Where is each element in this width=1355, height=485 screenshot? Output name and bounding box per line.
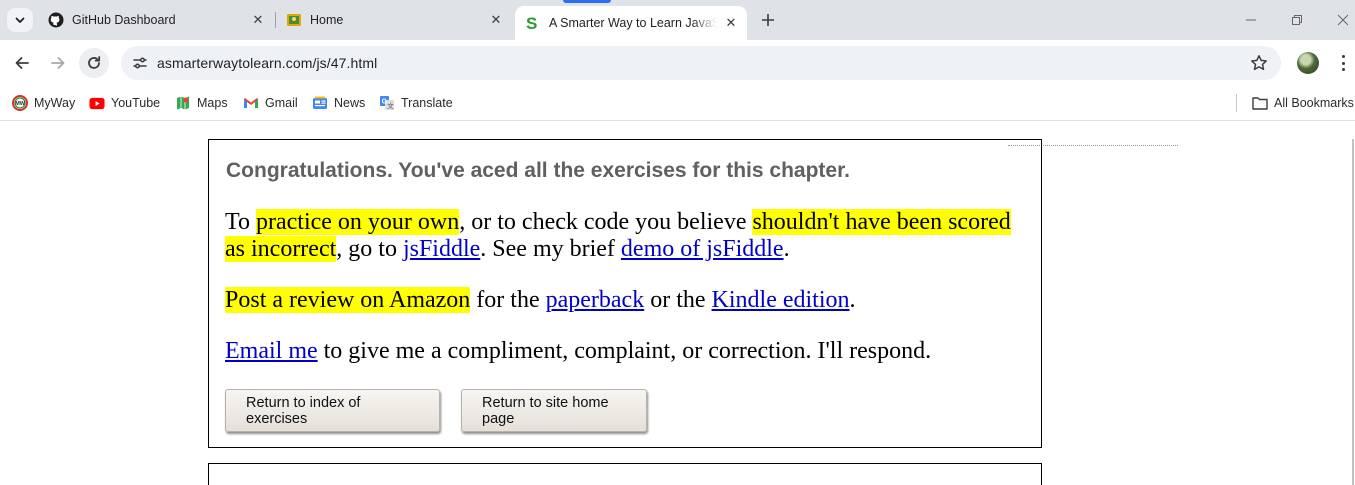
practice-paragraph: To practice on your own, or to check cod… (225, 209, 1025, 263)
svg-text:文: 文 (387, 101, 394, 110)
kindle-edition-link[interactable]: Kindle edition (712, 287, 850, 313)
tab-github-dashboard[interactable]: GitHub Dashboard ✕ (38, 0, 274, 40)
email-me-link[interactable]: Email me (225, 338, 318, 364)
paperback-link[interactable]: paperback (546, 287, 645, 313)
bookmark-youtube[interactable]: YouTube (89, 93, 160, 113)
bookmark-myway[interactable]: MW MyWay (12, 93, 75, 113)
back-button[interactable] (7, 48, 37, 78)
reload-button[interactable] (79, 48, 109, 78)
all-bookmarks-label: All Bookmarks (1274, 96, 1354, 110)
address-bar[interactable]: asmarterwaytolearn.com/js/47.html (121, 46, 1281, 80)
smarter-way-s-icon: S (525, 15, 541, 31)
github-icon (48, 12, 64, 28)
text: To (225, 209, 256, 235)
maps-icon (175, 95, 191, 111)
tab-group-accent (563, 0, 611, 3)
bookmark-star-icon[interactable] (1249, 53, 1269, 73)
congratulations-panel: Congratulations. You've aced all the exe… (208, 139, 1042, 448)
tab-title: Home (310, 13, 344, 27)
tab-home[interactable]: Home ✕ (276, 0, 512, 40)
bookmark-label: Gmail (265, 96, 298, 110)
minimize-button[interactable] (1241, 10, 1261, 30)
news-icon (312, 95, 328, 111)
reload-icon (88, 56, 101, 69)
window-close-button[interactable] (1333, 10, 1353, 30)
text: . (783, 236, 790, 262)
bookmark-label: MyWay (34, 96, 76, 110)
bookmark-label: YouTube (111, 96, 161, 110)
folder-icon (1252, 95, 1268, 111)
close-icon[interactable]: ✕ (250, 12, 266, 28)
svg-text:MW: MW (15, 101, 26, 107)
text: to give me a compliment, complaint, or c… (317, 338, 932, 364)
tab-title: GitHub Dashboard (72, 13, 176, 27)
bookmark-maps[interactable]: Maps (175, 93, 228, 113)
plus-icon (762, 14, 774, 26)
text: , or to check code you believe (459, 209, 753, 235)
browser-toolbar: asmarterwaytolearn.com/js/47.html (0, 40, 1355, 86)
tab-search-button[interactable] (7, 8, 33, 32)
highlight-practice: practice on your own (255, 209, 460, 235)
bookmarks-bar: MW MyWay YouTube Maps Gmail News G文 Tran… (0, 86, 1355, 121)
bookmark-translate[interactable]: G文 Translate (379, 93, 453, 113)
text: , go to (336, 236, 403, 262)
highlight-review: Post a review on Amazon (225, 287, 471, 313)
profile-avatar[interactable] (1297, 52, 1319, 74)
next-panel (208, 463, 1042, 485)
email-paragraph: Email me to give me a compliment, compla… (225, 338, 1025, 365)
kebab-menu-icon[interactable] (1335, 53, 1351, 73)
arrow-left-icon (15, 57, 29, 69)
bookmark-label: Translate (401, 96, 453, 110)
translate-icon: G文 (379, 95, 395, 111)
return-to-index-button[interactable]: Return to index of exercises (225, 389, 440, 432)
jsfiddle-demo-link[interactable]: demo of jsFiddle (621, 236, 784, 262)
text: or the (644, 287, 712, 313)
restore-button[interactable] (1287, 10, 1307, 30)
myway-icon: MW (12, 95, 28, 111)
site-settings-icon[interactable] (131, 54, 149, 72)
close-icon (1337, 14, 1349, 26)
bookmark-gmail[interactable]: Gmail (243, 93, 298, 113)
return-to-home-button[interactable]: Return to site home page (461, 389, 647, 432)
bookmarks-separator (1236, 94, 1237, 112)
text: . (849, 287, 856, 313)
gmail-icon (243, 95, 259, 111)
new-tab-button[interactable] (756, 8, 780, 32)
tab-title: A Smarter Way to Learn JavaScript (549, 16, 717, 30)
scrollbar[interactable] (1351, 121, 1355, 485)
congratulations-heading: Congratulations. You've aced all the exe… (226, 159, 850, 182)
url-text: asmarterwaytolearn.com/js/47.html (157, 55, 378, 71)
chevron-down-icon (15, 17, 25, 23)
tab-strip: GitHub Dashboard ✕ Home ✕ S A Smarter Wa… (0, 0, 1355, 40)
close-icon[interactable]: ✕ (723, 15, 739, 31)
close-icon[interactable]: ✕ (488, 12, 504, 28)
forward-button[interactable] (43, 48, 73, 78)
arrow-right-icon (51, 57, 65, 69)
bookmark-news[interactable]: News (312, 93, 365, 113)
button-row: Return to index of exercises Return to s… (225, 389, 647, 432)
restore-icon (1292, 15, 1302, 25)
page-content: Congratulations. You've aced all the exe… (0, 121, 1355, 485)
bookmark-label: Maps (197, 96, 228, 110)
youtube-icon (89, 95, 105, 111)
text: for the (470, 287, 546, 313)
review-paragraph: Post a review on Amazon for the paperbac… (225, 287, 1025, 314)
home-favicon (286, 12, 302, 28)
bookmark-label: News (334, 96, 366, 110)
minimize-icon (1246, 19, 1256, 21)
svg-text:S: S (526, 15, 537, 31)
text: . See my brief (480, 236, 621, 262)
jsfiddle-link[interactable]: jsFiddle (403, 236, 480, 262)
scrollbar-thumb[interactable] (1352, 139, 1354, 485)
tab-smarter-way-javascript[interactable]: S A Smarter Way to Learn JavaScript ✕ (515, 6, 747, 40)
all-bookmarks-button[interactable]: All Bookmarks (1252, 93, 1354, 113)
